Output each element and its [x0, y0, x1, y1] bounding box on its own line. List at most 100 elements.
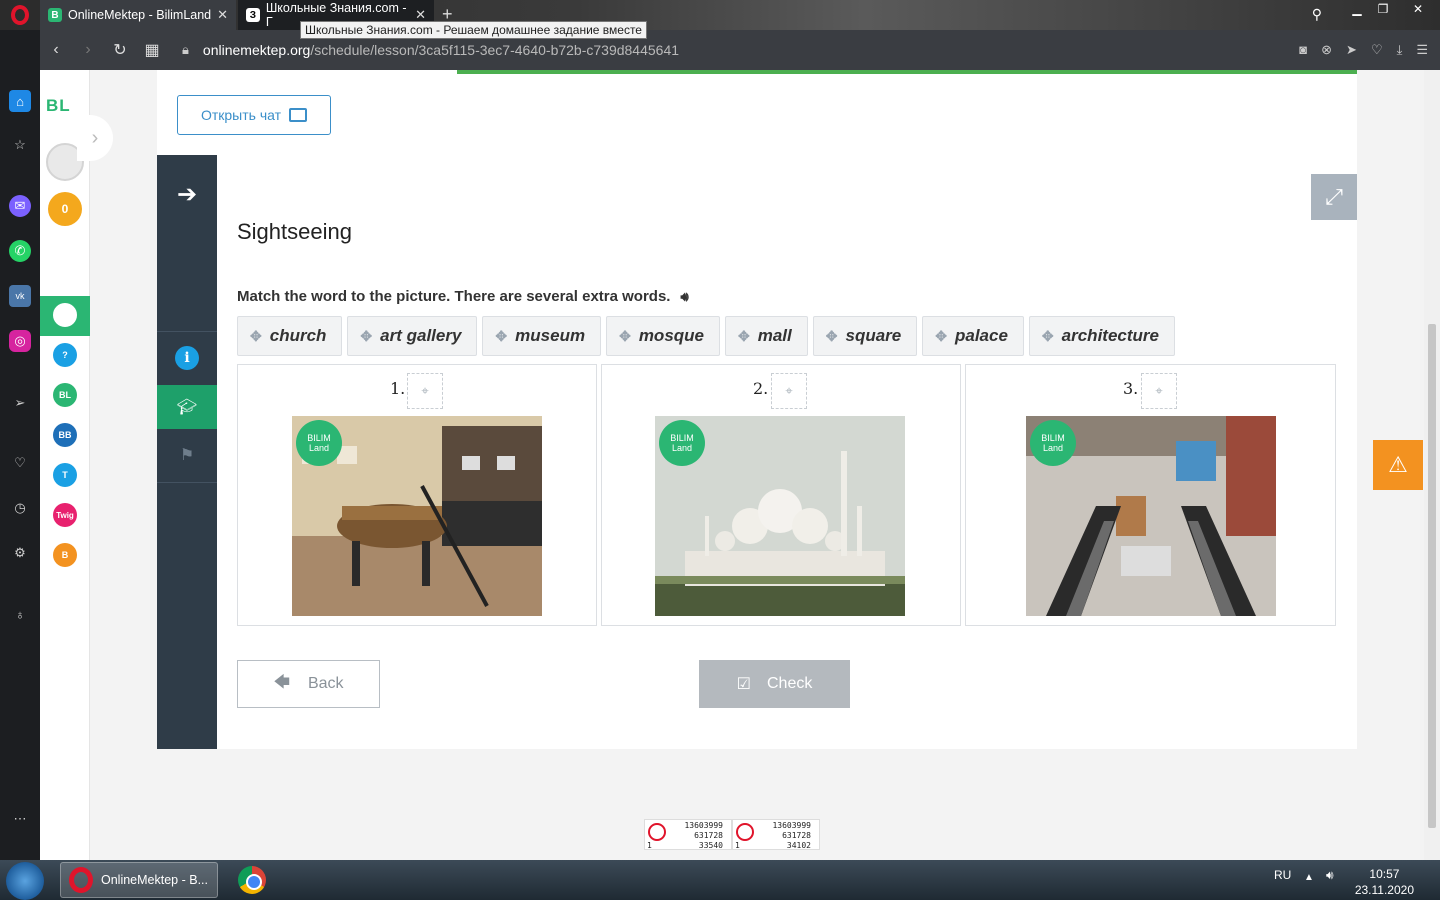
language-indicator[interactable]: RU	[1274, 868, 1291, 882]
back-arrow-icon[interactable]: ‹	[40, 41, 72, 59]
finish-tab[interactable]: ⚑	[157, 433, 217, 477]
messenger-icon[interactable]: ✉	[9, 195, 31, 217]
bilim-test-app-icon[interactable]: T	[53, 463, 77, 487]
open-chat-button[interactable]: Открыть чат	[177, 95, 331, 135]
lesson-nav-panel: ➔ i 🎓︎ ⚑	[157, 155, 217, 749]
word-bank: ✥ church ✥ art gallery ✥ museum ✥ mosque ✥ ma…	[237, 316, 1175, 356]
word-chip[interactable]: ✥ palace	[922, 316, 1024, 356]
url-host: onlinemektep.org	[202, 42, 311, 58]
bilimland-app-icon[interactable]: BL	[53, 383, 77, 407]
coins-badge[interactable]: 0	[48, 192, 82, 226]
star-icon[interactable]: ☆	[9, 134, 31, 156]
taskbar-chrome[interactable]	[232, 862, 272, 898]
heart-icon[interactable]: ♡	[1371, 42, 1383, 58]
taskbar-opera[interactable]: OnlineMektep - B...	[60, 862, 218, 898]
forward-arrow-icon[interactable]: ›	[72, 41, 104, 59]
counter-widget[interactable]: 13603999 631728 33540 1	[644, 819, 732, 850]
page-scrollbar[interactable]	[1424, 70, 1440, 860]
minimize-icon[interactable]: ▁	[1344, 0, 1370, 18]
tab-search-icon[interactable]: ⚲	[1312, 6, 1322, 23]
help-app-icon[interactable]: ?	[53, 343, 77, 367]
word-chip[interactable]: ✥ art gallery	[347, 316, 478, 356]
info-tab[interactable]: i	[157, 336, 217, 380]
word-chip[interactable]: ✥ square	[812, 316, 918, 356]
heart-sidebar-icon[interactable]: ♡	[9, 452, 31, 474]
address-bar-tools: ◙ ⊗ ➤ ♡ ⤓ ☰	[1299, 42, 1428, 58]
tab-onlinemektep[interactable]: B OnlineMektep - BilimLand ✕	[40, 0, 236, 30]
picture-cards: 1. ⌖ BILIM Land 2. ⌖ BILIM Land 3. ⌖ BIL…	[237, 364, 1336, 626]
window-close-icon[interactable]: ✕	[1396, 0, 1440, 18]
back-button[interactable]: 🡄 Back	[237, 660, 380, 708]
info-icon: i	[175, 346, 199, 370]
checkbox-icon: ☑	[736, 676, 751, 693]
bilimland-badge-logo: BILIM Land	[659, 420, 705, 466]
tab-label: OnlineMektep - BilimLand	[68, 8, 212, 22]
instagram-icon[interactable]: ◎	[9, 330, 31, 352]
send-icon[interactable]: ➤	[1346, 42, 1357, 58]
download-icon[interactable]: ⤓	[1397, 42, 1403, 58]
scrollbar-thumb[interactable]	[1428, 324, 1436, 828]
word-chip[interactable]: ✥ mall	[725, 316, 808, 356]
drop-target[interactable]: ⌖	[771, 373, 807, 409]
fullscreen-expand-icon[interactable]: ⤢	[1311, 174, 1357, 220]
volume-icon[interactable]: 🔊︎	[1326, 868, 1334, 883]
counter-value: 13603999	[684, 821, 723, 830]
tab-tooltip: Школьные Знания.com - Решаем домашнее за…	[300, 21, 647, 39]
word-label: church	[269, 326, 327, 345]
clock-date: 23.11.2020	[1354, 883, 1414, 897]
opera-menu-button[interactable]	[0, 0, 40, 30]
easy-setup-icon[interactable]: ☰	[1416, 42, 1428, 58]
online-mektep-app-icon[interactable]	[53, 303, 77, 327]
bilimland-badge-logo: BILIM Land	[296, 420, 342, 466]
drag-handle-icon: ✥	[495, 327, 508, 344]
card-number: 2.	[753, 379, 769, 398]
speaker-icon[interactable]: 🔊︎	[680, 289, 688, 305]
report-warning-icon[interactable]: ⚠	[1373, 440, 1423, 490]
check-button[interactable]: ☑ Check	[699, 660, 850, 708]
home-icon[interactable]: ⌂	[9, 90, 31, 112]
lesson-tab[interactable]: 🎓︎	[157, 385, 217, 429]
bilimland-logo[interactable]: BL	[46, 96, 71, 116]
browser-tab-bar: B OnlineMektep - BilimLand ✕ З Школьные …	[0, 0, 1440, 30]
start-button[interactable]	[6, 862, 44, 900]
lock-icon[interactable]: 🔒︎	[182, 42, 189, 58]
word-chip[interactable]: ✥ museum	[482, 316, 602, 356]
bilim-book-app-icon[interactable]: BB	[53, 423, 77, 447]
send-sidebar-icon[interactable]: ➢	[9, 392, 31, 414]
settings-gear-icon[interactable]: ⚙	[9, 542, 31, 564]
sidebar-expand-chevron-icon[interactable]: ›	[77, 115, 113, 161]
reload-icon[interactable]: ↻	[104, 40, 136, 60]
twig-app-icon[interactable]: Twig	[53, 503, 77, 527]
next-arrow-icon[interactable]: ➔	[157, 172, 217, 216]
maximize-icon[interactable]: ❐	[1370, 0, 1396, 18]
url-field[interactable]: onlinemektep.org/schedule/lesson/3ca5f11…	[203, 42, 679, 58]
whatsapp-icon[interactable]: ✆	[9, 240, 31, 262]
tabs-grid-icon[interactable]: ▦	[136, 40, 168, 60]
adblock-icon[interactable]: ⊗	[1321, 42, 1332, 58]
counter-value: 34102	[786, 841, 811, 850]
back-label: Back	[307, 675, 344, 692]
lightbulb-icon[interactable]: ♁	[9, 603, 31, 625]
liveinternet-counters: 13603999 631728 33540 1 13603999 631728 …	[644, 819, 820, 850]
drop-target[interactable]: ⌖	[1141, 373, 1177, 409]
word-label: mosque	[638, 326, 704, 345]
instruction-text: Match the word to the picture. There are…	[237, 288, 671, 305]
counter-widget[interactable]: 13603999 631728 34102 1	[732, 819, 820, 850]
word-chip[interactable]: ✥ mosque	[606, 316, 720, 356]
more-dots-icon[interactable]: ⋯	[9, 808, 31, 830]
counter-value: 631728	[694, 831, 723, 840]
url-path: /schedule/lesson/3ca5f115-3ec7-4640-b72b…	[310, 42, 680, 58]
picture-card-1: 1. ⌖ BILIM Land	[237, 364, 597, 626]
mosque-photo: BILIM Land	[655, 416, 905, 616]
word-chip[interactable]: ✥ architecture	[1028, 316, 1175, 356]
close-tab-icon[interactable]: ✕	[217, 7, 228, 23]
history-clock-icon[interactable]: ◷	[9, 497, 31, 519]
system-clock[interactable]: 10:57 23.11.2020	[1355, 866, 1414, 898]
drop-target[interactable]: ⌖	[407, 373, 443, 409]
bilimal-app-icon[interactable]: B	[53, 543, 77, 567]
vk-icon[interactable]: vk	[9, 285, 31, 307]
word-chip[interactable]: ✥ church	[237, 316, 343, 356]
camera-icon[interactable]: ◙	[1299, 42, 1307, 58]
word-label: square	[845, 326, 902, 345]
tray-arrow-icon[interactable]: ▲	[1304, 872, 1314, 883]
